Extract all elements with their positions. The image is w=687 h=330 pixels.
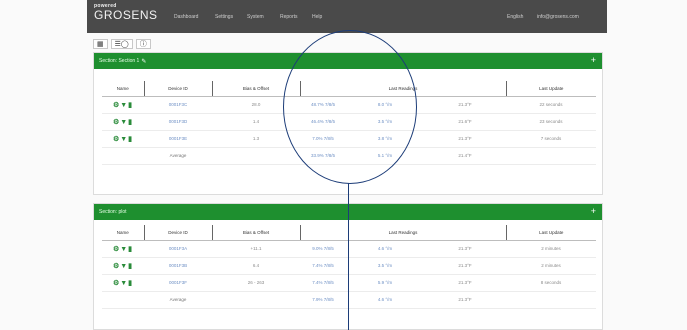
last-update: 2 minutes [506,257,596,275]
device-id[interactable]: 0001F3A [144,240,212,258]
reading-value: 5.9 °/m [346,274,424,292]
bias-value: 26 - 263 [212,274,300,292]
language-selector[interactable]: English [507,14,523,20]
reading-extra: 21.3°F [424,257,506,275]
last-update: 23 seconds [506,113,596,131]
device-id[interactable]: 0001F3C [144,96,212,114]
nav-item-help[interactable]: Help [312,14,322,20]
reading-time[interactable]: 7.4% 7/8/5 [300,257,346,275]
magnifier-callout-line [348,183,350,330]
status-icons[interactable]: ⚙▼▮ [102,274,144,292]
panel-title: Section: Section 1 [99,58,140,64]
magnifier-callout-circle [283,30,417,184]
col-header-update[interactable]: Last Update [505,225,596,241]
col-header-update[interactable]: Last Update [505,81,596,97]
info-icon[interactable]: ⓘ [135,39,151,49]
status-icons[interactable]: ⚙▼▮ [102,113,144,131]
top-navbar: powered GROSENS Dashboard Settings Syste… [87,0,607,33]
device-id[interactable]: 0001F3D [144,113,212,131]
add-icon[interactable]: + [591,207,596,216]
average-label: Average [144,147,212,165]
reading-extra: 21.3°F [424,130,506,148]
last-update: 2 minutes [506,240,596,258]
average-label: Average [144,291,212,309]
brand-name: GROSENS [94,8,158,22]
reading-extra: 21.3°F [424,274,506,292]
reading-value: 3.5 °/m [346,257,424,275]
status-icons[interactable]: ⚙▼▮ [102,257,144,275]
device-id[interactable]: 0001F3F [144,274,212,292]
view-toolbar: ▦ ☰◯ ⓘ [93,38,151,50]
status-icons[interactable]: ⚙▼▮ [102,130,144,148]
col-header-bias[interactable]: Bias & Offset [211,225,300,241]
list-view-icon[interactable]: ☰◯ [110,39,133,49]
nav-item-system[interactable]: System [247,14,264,20]
last-update: 22 seconds [506,96,596,114]
nav-item-reports[interactable]: Reports [280,14,298,20]
average-time: 7.9% 7/8/5 [300,291,346,309]
reading-extra: 21.6°F [424,113,506,131]
reading-time[interactable]: 9.0% 7/8/5 [300,240,346,258]
add-icon[interactable]: + [591,56,596,65]
status-icons[interactable]: ⚙▼▮ [102,96,144,114]
user-menu[interactable]: info@grosens.com [537,14,579,20]
col-header-readings[interactable]: Last Readings [299,225,506,241]
status-icons[interactable]: ⚙▼▮ [102,240,144,258]
reading-time[interactable]: 7.4% 7/8/5 [300,274,346,292]
col-header-name[interactable]: Name [102,81,144,97]
reading-extra: 21.3°F [424,240,506,258]
col-header-name[interactable]: Name [102,225,144,241]
app-page: powered GROSENS Dashboard Settings Syste… [0,0,687,330]
edit-icon[interactable]: ✎ [141,58,146,65]
last-update: 7 seconds [506,130,596,148]
last-update: 8 seconds [506,274,596,292]
bias-value: 6.4 [212,257,300,275]
panel-title: Section: plot [99,209,127,215]
grid-view-icon[interactable]: ▦ [93,39,108,49]
col-header-device[interactable]: Device ID [143,81,212,97]
reading-extra: 21.3°F [424,96,506,114]
reading-value: 4.6 °/m [346,240,424,258]
brand-logo[interactable]: powered GROSENS [94,4,158,22]
nav-item-settings[interactable]: Settings [215,14,233,20]
average-extra: 21.3°F [424,291,506,309]
device-id[interactable]: 0001F3B [144,257,212,275]
average-extra: 21.4°F [424,147,506,165]
nav-item-dashboard[interactable]: Dashboard [174,14,198,20]
bias-value: +11.1 [212,240,300,258]
col-header-device[interactable]: Device ID [143,225,212,241]
average-value: 4.6 °/m [346,291,424,309]
device-id[interactable]: 0001F3E [144,130,212,148]
